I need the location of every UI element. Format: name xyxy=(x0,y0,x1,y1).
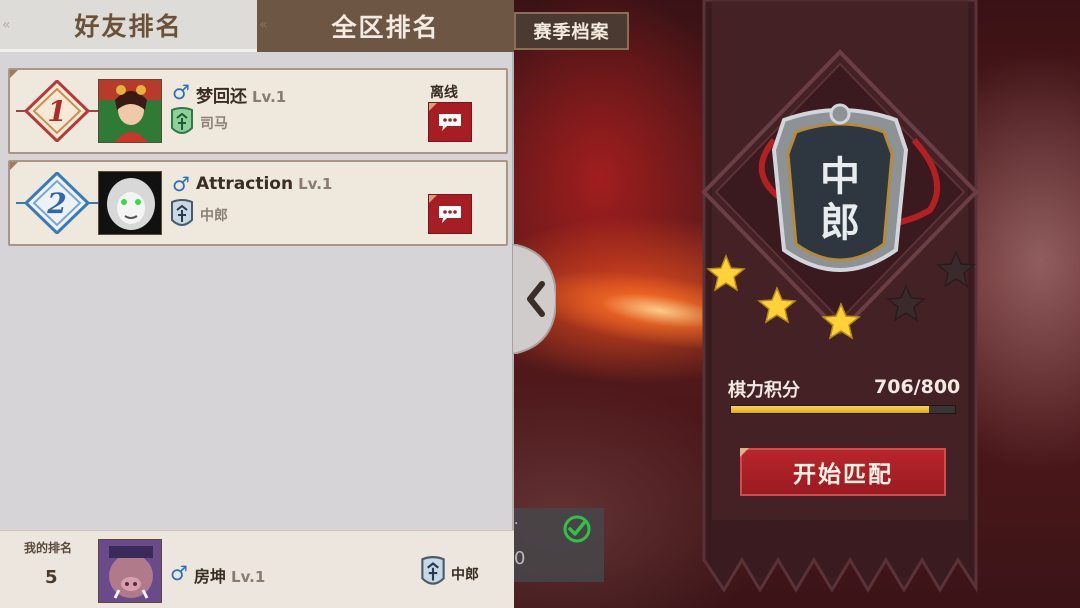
male-icon: ♂ xyxy=(172,80,190,104)
my-rank-title-text: 中郎 xyxy=(451,567,479,583)
player-level: Lv.1 xyxy=(252,88,287,106)
points-progress-bar xyxy=(730,405,956,414)
rank-title-icon-blue xyxy=(421,556,445,585)
rank-title-text: 司马 xyxy=(200,116,228,132)
avatar-white-lion xyxy=(99,172,161,234)
chat-button[interactable] xyxy=(428,194,472,234)
tab-server-ranking[interactable]: 全区排名 xyxy=(257,0,514,52)
ranking-tabs: 好友排名 全区排名 « « xyxy=(0,0,514,52)
my-avatar[interactable] xyxy=(98,539,162,603)
player-name-line: 梦回还 Lv.1 xyxy=(196,82,286,107)
rank-badge-gold: 1 xyxy=(16,80,98,142)
chat-bubble-icon xyxy=(439,114,461,131)
avatar-boar-warrior xyxy=(99,540,161,602)
avatar[interactable] xyxy=(98,79,162,143)
my-rank-label: 我的排名 xyxy=(24,541,73,555)
rank-title-text: 中郎 xyxy=(200,208,228,224)
tier-name-char-1: 中 xyxy=(820,153,860,200)
tab-server-label: 全区排名 xyxy=(331,13,440,42)
player-level: Lv.1 xyxy=(298,175,333,193)
tab-arrow-decoration: « xyxy=(2,17,11,33)
my-rank-value: 5 xyxy=(45,567,58,588)
start-match-button[interactable]: 开始匹配 xyxy=(740,448,946,496)
task-progress-text: 0 xyxy=(514,548,526,569)
points-value: 706/800 xyxy=(874,376,961,398)
points-progress-fill xyxy=(731,406,929,413)
tab-arrow-decoration: « xyxy=(259,17,268,33)
start-match-label: 开始匹配 xyxy=(793,462,893,488)
my-player-name: 房坤 xyxy=(194,567,227,586)
chat-button[interactable] xyxy=(428,102,472,142)
tab-friends-label: 好友排名 xyxy=(74,11,183,41)
rank-title-icon-green xyxy=(171,107,193,134)
online-status: 离线 xyxy=(430,85,458,101)
male-icon: ♂ xyxy=(170,561,188,585)
male-icon: ♂ xyxy=(172,172,190,196)
ranking-row[interactable]: 2 ♂ Attraction Lv.1 中郎 xyxy=(8,160,508,246)
collapse-panel-button[interactable] xyxy=(512,244,556,354)
rank-number: 1 xyxy=(47,95,66,128)
my-name-line: 房坤 Lv.1 xyxy=(194,563,265,587)
season-archive-button[interactable]: 赛季档案 xyxy=(514,12,629,50)
chat-bubble-icon xyxy=(439,206,461,223)
my-rank-bar: 我的排名 5 ♂ 房坤 Lv.1 中郎 xyxy=(0,530,514,608)
ranking-row[interactable]: 1 ♂ 梦回还 Lv.1 司马 离线 xyxy=(8,68,508,154)
my-player-level: Lv.1 xyxy=(231,568,266,586)
rank-badge-blue: 2 xyxy=(16,172,98,234)
avatar-warrior-woman xyxy=(99,80,161,142)
player-name: 梦回还 xyxy=(196,87,247,107)
check-circle-icon xyxy=(563,515,591,543)
rank-number: 2 xyxy=(46,187,66,220)
points-label: 棋力积分 xyxy=(728,380,800,401)
ranking-panel: 好友排名 全区排名 « « 1 ♂ 梦回还 Lv.1 司马 离线 2 ♂ Att… xyxy=(0,0,514,608)
rank-title-icon-blue xyxy=(171,199,193,226)
tier-banner: 中 郎 xyxy=(701,0,979,594)
task-dot: . xyxy=(514,512,519,528)
tab-friends-ranking[interactable]: 好友排名 xyxy=(0,0,257,52)
avatar[interactable] xyxy=(98,171,162,235)
tier-name-char-2: 郎 xyxy=(820,199,860,246)
player-name-line: Attraction Lv.1 xyxy=(196,174,332,194)
player-name: Attraction xyxy=(196,174,294,194)
